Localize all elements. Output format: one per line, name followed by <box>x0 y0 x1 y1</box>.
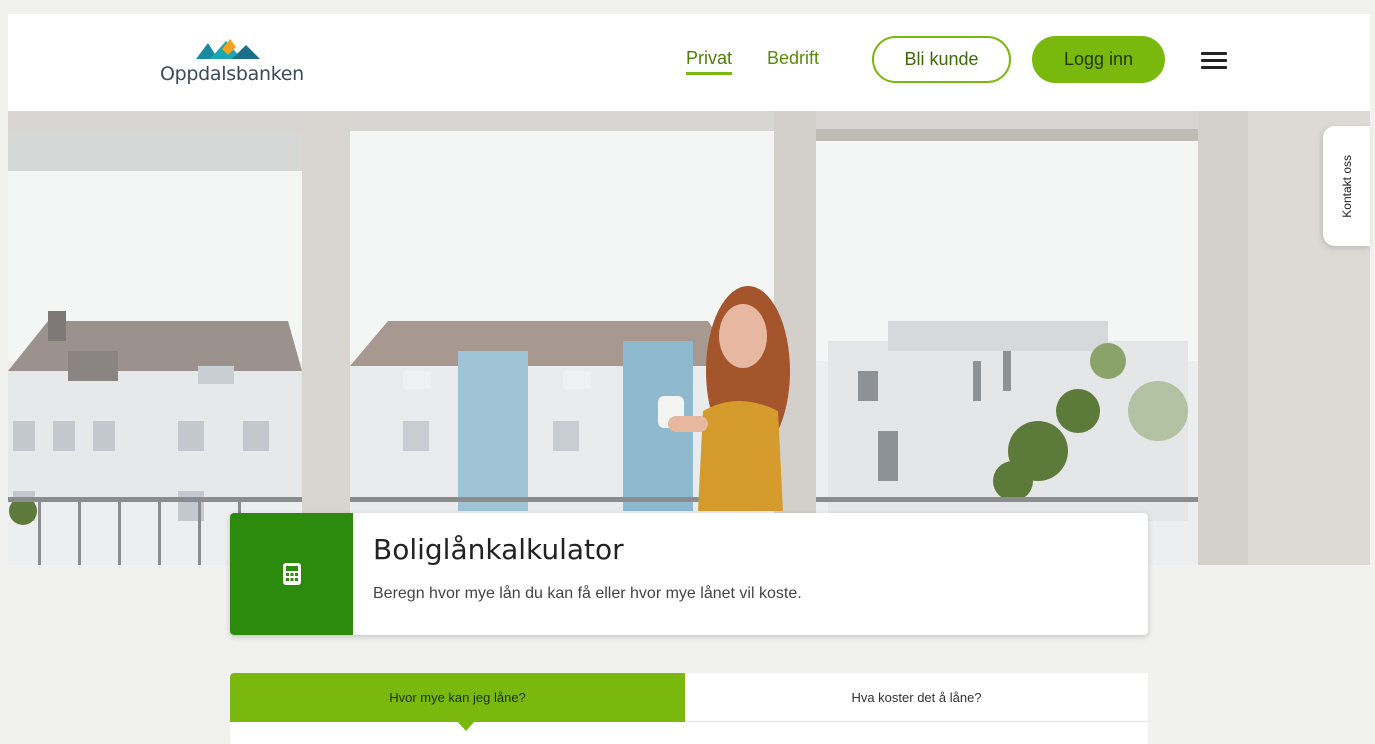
logo-mountains-icon <box>196 39 260 59</box>
logo-link[interactable]: Oppdalsbanken <box>160 37 304 87</box>
calculator-card: Boliglånkalkulator Beregn hvor mye lån d… <box>230 513 1148 635</box>
calculator-icon-box <box>230 513 353 635</box>
site-header: Oppdalsbanken Privat Bedrift Bli kunde L… <box>8 14 1370 111</box>
tab-how-much-can-i-borrow[interactable]: Hvor mye kan jeg låne? <box>230 673 685 722</box>
calculator-tabs: Hvor mye kan jeg låne? Hva koster det å … <box>230 673 1148 744</box>
become-customer-button[interactable]: Bli kunde <box>872 36 1011 83</box>
contact-tab[interactable]: Kontakt oss <box>1323 126 1370 246</box>
calculator-icon <box>282 563 301 585</box>
hero-image <box>8 111 1370 565</box>
login-button[interactable]: Logg inn <box>1032 36 1165 83</box>
contact-tab-label: Kontakt oss <box>1339 154 1354 218</box>
nav-privat[interactable]: Privat <box>686 48 733 75</box>
tab-what-does-it-cost[interactable]: Hva koster det å låne? <box>685 673 1148 722</box>
calculator-title: Boliglånkalkulator <box>373 533 624 566</box>
active-tab-indicator <box>457 721 475 731</box>
calculator-description: Beregn hvor mye lån du kan få eller hvor… <box>373 585 802 602</box>
hamburger-menu-icon[interactable] <box>1201 52 1227 70</box>
nav-bedrift[interactable]: Bedrift <box>767 48 819 69</box>
page: Oppdalsbanken Privat Bedrift Bli kunde L… <box>0 0 1375 744</box>
logo-text: Oppdalsbanken <box>160 63 304 85</box>
